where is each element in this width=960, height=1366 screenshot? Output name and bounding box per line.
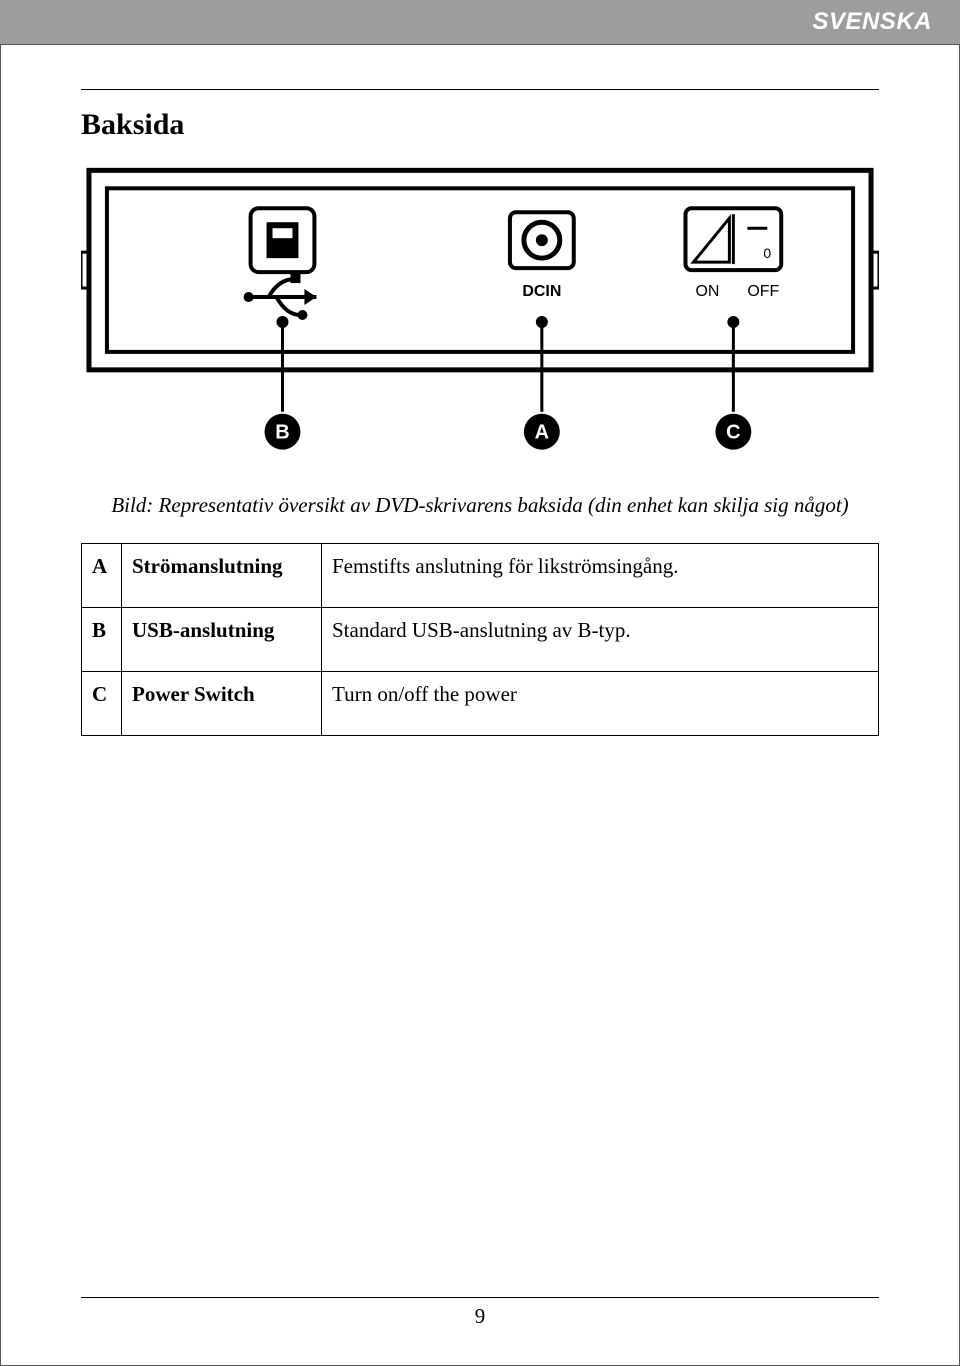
row-desc: Standard USB-anslutning av B-typ. bbox=[322, 608, 879, 672]
rear-panel-diagram: DCIN 0 ON OFF B A C bbox=[81, 162, 879, 462]
dcin-label: DCIN bbox=[522, 283, 561, 300]
figure-caption: Bild: Representativ översikt av DVD-skri… bbox=[81, 491, 879, 519]
footer-rule bbox=[81, 1297, 879, 1298]
section-title: Baksida bbox=[81, 108, 879, 142]
table-row: C Power Switch Turn on/off the power bbox=[82, 672, 879, 736]
row-id: A bbox=[82, 544, 122, 608]
table-row: A Strömanslutning Femstifts anslutning f… bbox=[82, 544, 879, 608]
row-desc: Femstifts anslutning för likströmsingång… bbox=[322, 544, 879, 608]
on-label: ON bbox=[695, 283, 719, 300]
callout-a: A bbox=[535, 422, 549, 444]
page-number: 9 bbox=[81, 1304, 879, 1329]
row-name: USB-anslutning bbox=[122, 608, 322, 672]
row-name: Power Switch bbox=[122, 672, 322, 736]
header-language: SVENSKA bbox=[812, 8, 932, 36]
off-label: OFF bbox=[747, 283, 779, 300]
page-footer: 9 bbox=[81, 1297, 879, 1329]
page-body: Baksida bbox=[0, 44, 960, 1366]
row-id: C bbox=[82, 672, 122, 736]
callout-c: C bbox=[726, 422, 740, 444]
table-row: B USB-anslutning Standard USB-anslutning… bbox=[82, 608, 879, 672]
row-name: Strömanslutning bbox=[122, 544, 322, 608]
svg-text:0: 0 bbox=[763, 245, 771, 261]
header-bar: SVENSKA bbox=[0, 0, 960, 44]
row-id: B bbox=[82, 608, 122, 672]
row-desc: Turn on/off the power bbox=[322, 672, 879, 736]
top-rule bbox=[81, 89, 879, 90]
spec-table: A Strömanslutning Femstifts anslutning f… bbox=[81, 543, 879, 736]
callout-b: B bbox=[275, 422, 289, 444]
